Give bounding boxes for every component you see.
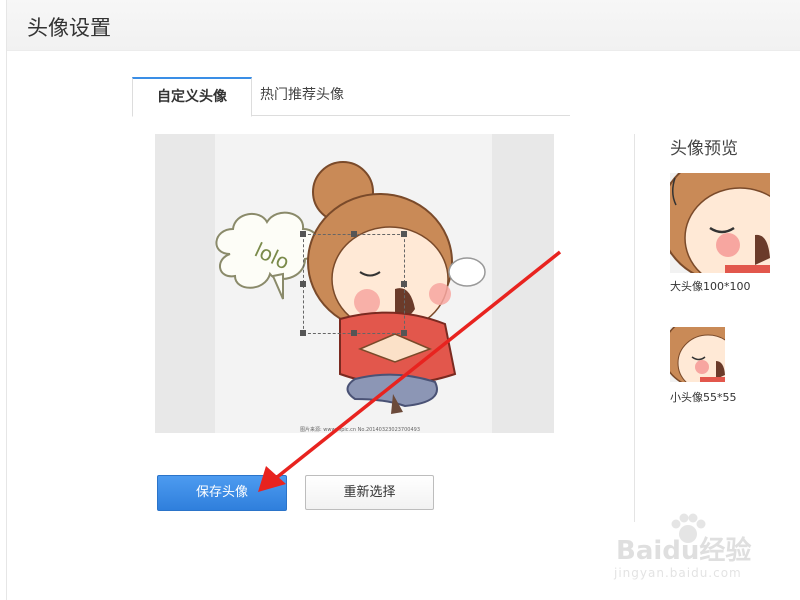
reselect-button[interactable]: 重新选择 xyxy=(305,475,434,510)
baidu-watermark: Baidu经验 jingyan.baidu.com xyxy=(610,512,770,584)
crop-handle-bottom-left[interactable] xyxy=(300,330,306,336)
tab-bar: 自定义头像 热门推荐头像 xyxy=(132,77,570,117)
crop-handle-right[interactable] xyxy=(401,281,407,287)
watermark-brand: Baidu经验 xyxy=(616,536,752,566)
tab-popular-avatars[interactable]: 热门推荐头像 xyxy=(252,77,352,114)
small-avatar-preview xyxy=(670,327,725,382)
watermark-url: jingyan.baidu.com xyxy=(614,566,742,580)
preview-title: 头像预览 xyxy=(670,139,738,159)
crop-handle-top[interactable] xyxy=(351,231,357,237)
tab-custom-avatar[interactable]: 自定义头像 xyxy=(132,77,252,117)
avatar-editor-canvas[interactable]: lolo 图片来源: www.nipic.cn No.2014032302370… xyxy=(155,134,554,433)
large-avatar-label: 大头像100*100 xyxy=(670,280,751,293)
preview-divider xyxy=(634,134,635,522)
crop-handle-bottom-right[interactable] xyxy=(401,330,407,336)
crop-handle-left[interactable] xyxy=(300,281,306,287)
small-avatar-label: 小头像55*55 xyxy=(670,391,737,404)
crop-selection[interactable] xyxy=(300,231,407,336)
large-avatar-preview xyxy=(670,173,770,273)
page-title: 头像设置 xyxy=(27,16,111,40)
crop-handle-top-right[interactable] xyxy=(401,231,407,237)
crop-handle-top-left[interactable] xyxy=(300,231,306,237)
crop-handle-bottom[interactable] xyxy=(351,330,357,336)
header-bar: 头像设置 xyxy=(7,0,800,51)
image-caption: 图片来源: www.nipic.cn No.20140323023700493 xyxy=(300,426,420,433)
save-avatar-button[interactable]: 保存头像 xyxy=(157,475,287,511)
